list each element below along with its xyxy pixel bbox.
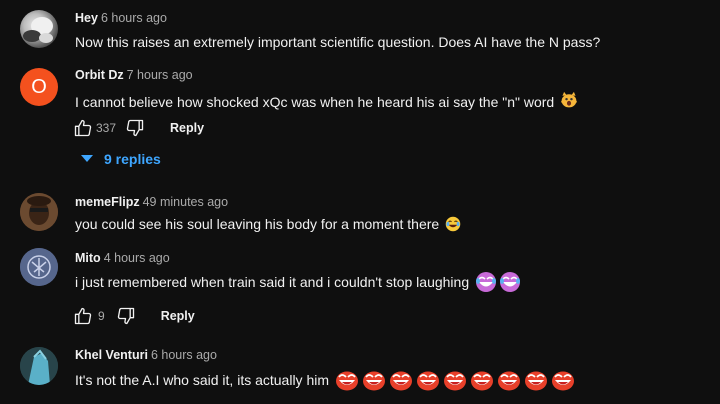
laughing-red-emoji <box>551 369 575 391</box>
reply-button[interactable]: Reply <box>161 309 195 323</box>
timestamp[interactable]: 6 hours ago <box>151 348 217 362</box>
avatar[interactable] <box>20 10 58 48</box>
timestamp[interactable]: 7 hours ago <box>127 68 193 82</box>
laughing-red-emoji <box>389 369 413 391</box>
laughing-purple-emoji <box>499 271 521 293</box>
laughing-emoji <box>445 216 461 232</box>
author-name[interactable]: Hey <box>75 11 98 25</box>
author-name[interactable]: Orbit Dz <box>75 68 124 82</box>
comment-text: It's not the A.I who said it, its actual… <box>75 369 575 391</box>
timestamp[interactable]: 49 minutes ago <box>143 195 228 209</box>
comment-header: memeFlipz 49 minutes ago <box>75 195 228 209</box>
comment-text: Now this raises an extremely important s… <box>75 34 600 50</box>
comment-header: Mito 4 hours ago <box>75 251 170 265</box>
comment-body: I cannot believe how shocked xQc was whe… <box>75 94 555 110</box>
avatar[interactable] <box>20 193 58 231</box>
comment-body: It's not the A.I who said it, its actual… <box>75 372 330 388</box>
laughing-red-emoji <box>443 369 467 391</box>
laughing-red-emoji <box>335 369 359 391</box>
comment-header: Orbit Dz 7 hours ago <box>75 68 193 82</box>
scream-cat-emoji <box>560 91 582 113</box>
comment-text: i just remembered when train said it and… <box>75 271 521 293</box>
like-icon[interactable] <box>72 305 94 327</box>
like-icon[interactable] <box>72 117 94 139</box>
emoji-group <box>335 369 575 391</box>
dislike-icon[interactable] <box>124 117 146 139</box>
comment-actions: 9 Reply <box>72 305 195 327</box>
view-replies-button[interactable]: 9 replies <box>80 151 161 167</box>
comment-body: i just remembered when train said it and… <box>75 274 470 290</box>
avatar[interactable] <box>20 248 58 286</box>
comment-header: Khel Venturi 6 hours ago <box>75 348 217 362</box>
laughing-red-emoji <box>470 369 494 391</box>
comment-actions: 337 Reply <box>72 117 204 139</box>
reply-button[interactable]: Reply <box>170 121 204 135</box>
like-count: 337 <box>96 121 117 135</box>
laughing-red-emoji <box>524 369 548 391</box>
avatar-letter: O <box>31 75 47 98</box>
laughing-red-emoji <box>497 369 521 391</box>
comment-text: you could see his soul leaving his body … <box>75 216 461 232</box>
comment-body: you could see his soul leaving his body … <box>75 216 440 232</box>
comment-body: Now this raises an extremely important s… <box>75 34 601 50</box>
comment-header: Hey 6 hours ago <box>75 11 167 25</box>
laughing-red-emoji <box>416 369 440 391</box>
avatar[interactable] <box>20 347 58 385</box>
timestamp[interactable]: 6 hours ago <box>101 11 167 25</box>
timestamp[interactable]: 4 hours ago <box>104 251 170 265</box>
author-name[interactable]: memeFlipz <box>75 195 140 209</box>
laughing-purple-emoji <box>475 271 497 293</box>
comment-text: I cannot believe how shocked xQc was whe… <box>75 91 582 113</box>
like-count: 9 <box>98 309 105 323</box>
avatar[interactable]: O <box>20 68 58 106</box>
laughing-red-emoji <box>362 369 386 391</box>
author-name[interactable]: Khel Venturi <box>75 348 148 362</box>
chevron-down-icon <box>80 152 94 166</box>
replies-label: 9 replies <box>104 151 161 167</box>
dislike-icon[interactable] <box>115 305 137 327</box>
author-name[interactable]: Mito <box>75 251 101 265</box>
comments-section: Hey 6 hours ago Now this raises an extrem… <box>0 0 720 404</box>
